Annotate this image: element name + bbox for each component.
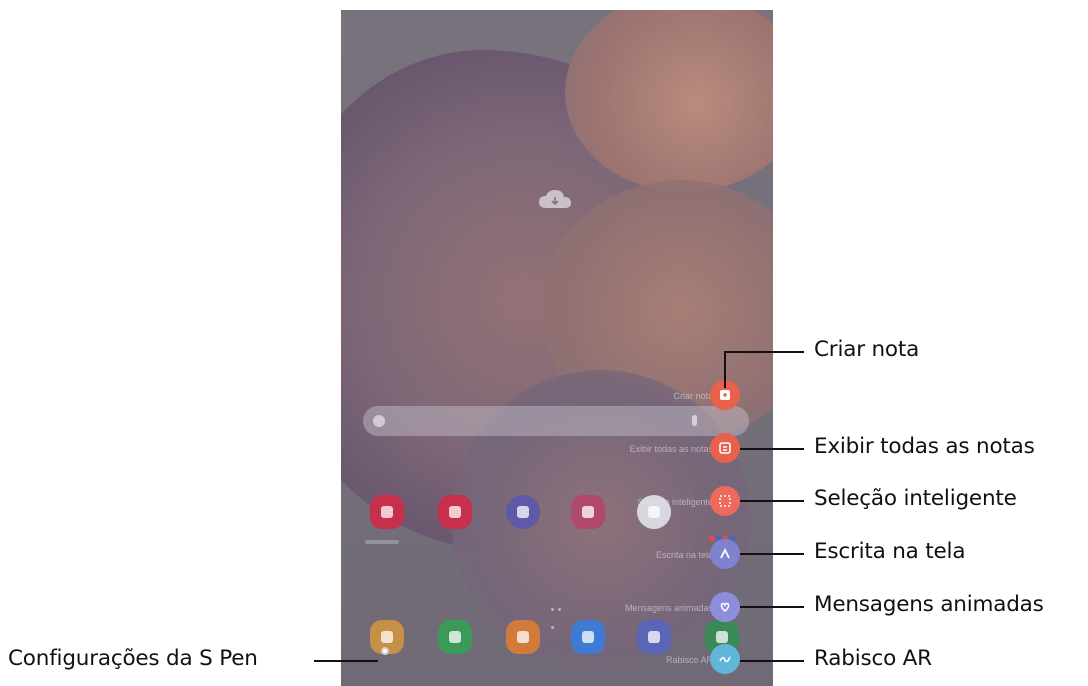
callout-line bbox=[740, 660, 804, 662]
callout-s-pen-settings: Configurações da S Pen bbox=[8, 646, 258, 671]
air-item-exibir-todas-notas[interactable]: Exibir todas as notas bbox=[341, 431, 773, 471]
air-item-label: Mensagens animadas bbox=[624, 603, 713, 613]
air-item-escrita-tela[interactable]: Escrita na tela bbox=[341, 537, 773, 577]
ar-doodle-icon[interactable] bbox=[710, 644, 740, 674]
tablet-screen: Criar nota Exibir todas as notas Seleção… bbox=[341, 10, 773, 686]
callout-line bbox=[724, 351, 726, 388]
callout-line bbox=[740, 500, 804, 502]
callout-line bbox=[314, 660, 378, 662]
air-command-overlay bbox=[341, 10, 773, 686]
air-item-mensagens-animadas[interactable]: Mensagens animadas bbox=[341, 590, 773, 630]
air-item-label: Rabisco AR bbox=[665, 655, 713, 665]
callout-criar-nota: Criar nota bbox=[814, 337, 920, 362]
callout-escrita-tela: Escrita na tela bbox=[814, 539, 966, 564]
air-item-label: Seleção inteligente bbox=[636, 497, 713, 507]
callout-line bbox=[724, 351, 804, 353]
notes-view-icon[interactable] bbox=[710, 433, 740, 463]
callout-line bbox=[740, 606, 804, 608]
air-item-label: Criar nota bbox=[673, 391, 713, 401]
callout-line bbox=[740, 553, 804, 555]
callout-rabisco-ar: Rabisco AR bbox=[814, 646, 932, 671]
callout-mensagens-animadas: Mensagens animadas bbox=[814, 592, 1044, 617]
air-item-selecao-inteligente[interactable]: Seleção inteligente bbox=[341, 484, 773, 524]
air-item-label: Escrita na tela bbox=[655, 550, 713, 560]
s-pen-settings-icon[interactable] bbox=[381, 647, 389, 655]
air-item-label: Exibir todas as notas bbox=[629, 444, 713, 454]
smart-select-icon[interactable] bbox=[710, 486, 740, 516]
callout-exibir-todas-notas: Exibir todas as notas bbox=[814, 434, 1035, 459]
live-message-icon[interactable] bbox=[710, 592, 740, 622]
cloud-icon bbox=[539, 190, 571, 208]
screen-write-icon[interactable] bbox=[710, 539, 740, 569]
air-item-rabisco-ar[interactable]: Rabisco AR bbox=[341, 642, 773, 682]
callout-selecao-inteligente: Seleção inteligente bbox=[814, 486, 1017, 511]
air-item-criar-nota[interactable]: Criar nota bbox=[341, 378, 773, 418]
callout-line bbox=[740, 448, 804, 450]
